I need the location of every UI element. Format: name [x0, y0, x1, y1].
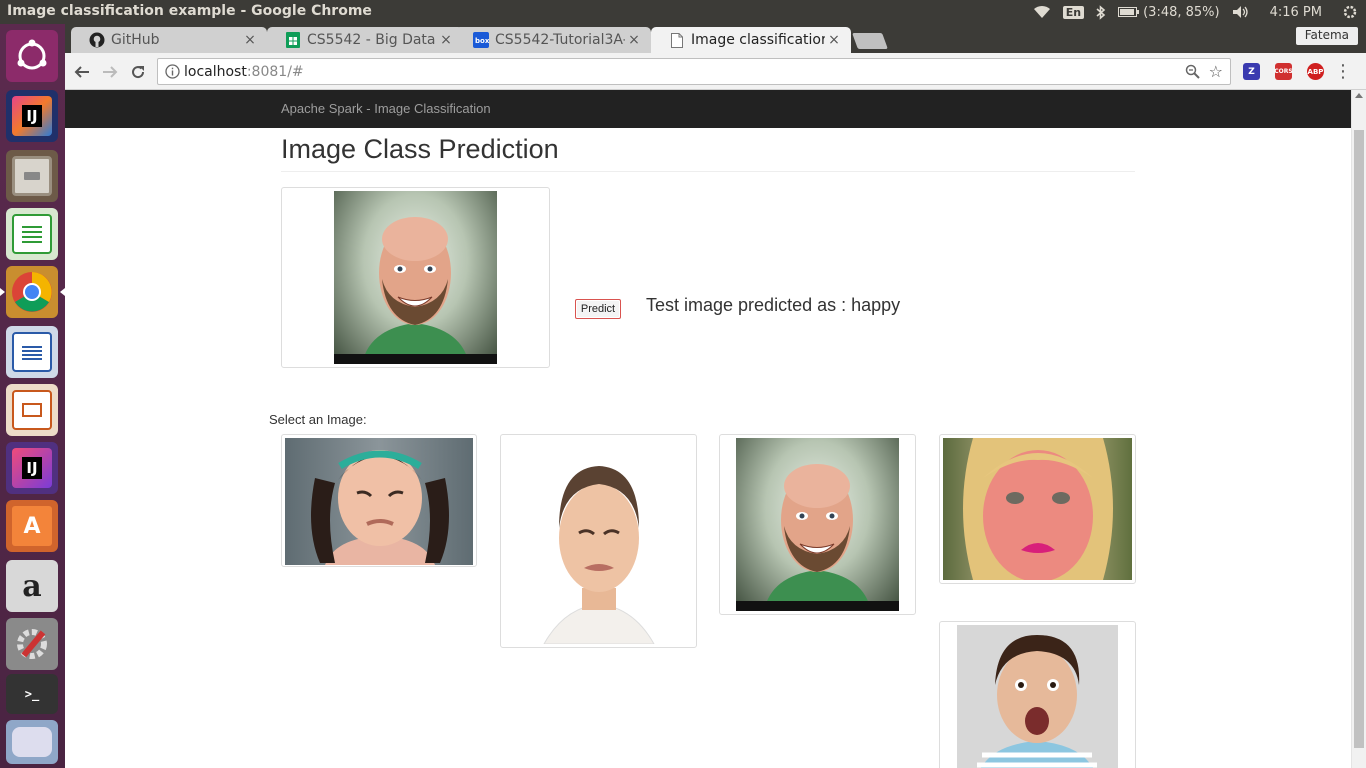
page-title: Image Class Prediction [281, 134, 559, 164]
gallery-photo [736, 438, 899, 611]
prediction-result: Test image predicted as : happy [646, 295, 901, 315]
system-indicators: En (3:48, 85%) 4:16 PM [1033, 0, 1366, 24]
disgusted-woman-photo [543, 466, 655, 644]
page-viewport: Apache Spark - Image Classification Imag… [65, 90, 1351, 768]
bookmark-star-icon[interactable]: ☆ [1209, 62, 1223, 81]
gallery-image-5[interactable] [939, 621, 1136, 768]
tab-close-icon[interactable]: × [241, 32, 259, 48]
box-icon: box [473, 32, 489, 48]
window-title: Image classification example - Google Ch… [7, 3, 372, 19]
predict-button[interactable]: Predict [575, 299, 621, 319]
tab-image-classification[interactable]: Image classificatior × [651, 27, 851, 53]
svg-text:box: box [475, 37, 489, 45]
tab-close-icon[interactable]: × [825, 32, 843, 48]
reload-button[interactable] [127, 61, 149, 83]
gallery-image-2[interactable] [500, 434, 697, 648]
tab-close-icon[interactable]: × [625, 32, 643, 48]
cors-extension-icon[interactable]: CORS [1274, 63, 1293, 80]
terminal-icon[interactable]: >_ [6, 674, 58, 714]
chrome-icon[interactable] [6, 266, 58, 318]
trash-icon[interactable] [6, 720, 58, 764]
github-icon [89, 32, 105, 48]
battery-icon [1118, 6, 1140, 18]
select-image-label: Select an Image: [269, 412, 367, 427]
tab-close-icon[interactable]: × [437, 32, 455, 48]
test-image-preview [281, 187, 550, 368]
tab-title: GitHub [111, 32, 160, 48]
page-navbar: Apache Spark - Image Classification [65, 90, 1351, 128]
libreoffice-writer-icon[interactable] [6, 326, 58, 378]
system-settings-icon[interactable] [6, 618, 58, 670]
amazon-icon[interactable]: a [6, 560, 58, 612]
tab-cs5542-tutorial[interactable]: box CS5542-Tutorial3A- × [455, 27, 651, 53]
forward-arrow-icon [103, 66, 118, 78]
surprised-boy-photo [977, 635, 1097, 768]
url-host: localhost [184, 63, 247, 80]
keyboard-layout-indicator[interactable]: En [1062, 5, 1085, 19]
ubuntu-dash-icon[interactable] [6, 30, 58, 82]
intellij-community-icon[interactable]: IJ [6, 442, 58, 494]
happy-man-photo [736, 464, 899, 611]
clock[interactable]: 4:16 PM [1270, 5, 1322, 20]
zotero-extension-icon[interactable]: Z [1243, 63, 1260, 80]
launcher-running-indicator [0, 288, 5, 296]
happy-man-photo [334, 217, 497, 364]
tab-title: Image classificatior [691, 32, 825, 48]
gallery-image-1[interactable] [281, 434, 477, 567]
page-scrollbar[interactable] [1351, 90, 1366, 768]
libreoffice-impress-icon[interactable] [6, 384, 58, 436]
site-info-icon[interactable] [165, 64, 180, 83]
tab-cs5542-big-data[interactable]: CS5542 - Big Data A × [267, 27, 463, 53]
sheets-icon [285, 32, 301, 48]
back-button[interactable] [71, 61, 93, 83]
page-icon [669, 32, 685, 48]
zoom-icon[interactable] [1185, 64, 1200, 83]
tab-github[interactable]: GitHub × [71, 27, 267, 53]
angry-girl-photo [311, 450, 449, 565]
page-header: Image Class Prediction [281, 134, 1135, 172]
files-icon[interactable] [6, 150, 58, 202]
intellij-icon[interactable]: IJ [6, 90, 58, 142]
test-image-photo [334, 191, 497, 364]
tab-strip: GitHub × CS5542 - Big Data A × box CS554… [65, 24, 1366, 53]
chrome-menu-icon[interactable]: ⋮ [1334, 63, 1352, 81]
forward-button[interactable] [99, 61, 121, 83]
profile-button[interactable]: Fatema [1295, 27, 1358, 45]
adblock-extension-icon[interactable]: ABP [1307, 63, 1324, 80]
back-arrow-icon [74, 66, 89, 78]
sad-child-photo [963, 438, 1113, 580]
gallery-image-3[interactable] [719, 434, 916, 615]
software-center-icon[interactable]: A [6, 500, 58, 552]
battery-text: (3:48, 85%) [1143, 4, 1220, 20]
launcher: IJ IJ A a >_ [0, 24, 65, 768]
gallery-image-4[interactable] [939, 434, 1136, 584]
volume-icon[interactable] [1232, 5, 1250, 19]
tab-title: CS5542 - Big Data A [307, 32, 437, 48]
scroll-up-arrow-icon[interactable] [1355, 93, 1363, 98]
gallery-photo [504, 438, 693, 644]
battery-indicator[interactable]: (3:48, 85%) [1118, 5, 1220, 20]
bluetooth-icon[interactable] [1096, 4, 1106, 20]
libreoffice-calc-icon[interactable] [6, 208, 58, 260]
tab-title: CS5542-Tutorial3A- [495, 32, 625, 48]
reload-icon [132, 66, 145, 79]
session-gear-icon[interactable] [1342, 4, 1358, 20]
gallery-photo [943, 438, 1132, 580]
browser-toolbar: localhost:8081/# ☆ Z CORS ABP ⋮ [65, 53, 1366, 90]
new-tab-button[interactable] [852, 33, 888, 49]
wifi-icon[interactable] [1033, 5, 1051, 19]
top-panel: Image classification example - Google Ch… [0, 0, 1366, 24]
gallery-photo [957, 625, 1118, 768]
gallery-photo [285, 438, 473, 565]
url-path: :8081/# [246, 63, 304, 80]
navbar-brand[interactable]: Apache Spark - Image Classification [281, 101, 491, 116]
scrollbar-thumb[interactable] [1354, 130, 1364, 748]
address-bar[interactable]: localhost:8081/# ☆ [157, 58, 1231, 85]
